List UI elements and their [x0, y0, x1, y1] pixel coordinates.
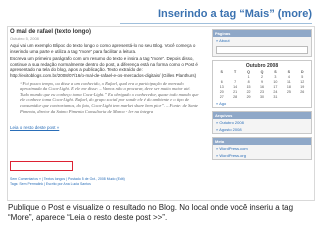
calendar-day[interactable]: 15 [242, 85, 255, 89]
title-divider [120, 23, 312, 24]
calendar-day[interactable]: 17 [269, 85, 282, 89]
post-paragraph-2: Escreva um primeiro parágrafo com um res… [10, 56, 198, 78]
calendar-weekday: T [234, 70, 237, 74]
pages-widget: Páginas » About [212, 29, 312, 57]
search-input[interactable] [216, 46, 308, 54]
calendar-day[interactable]: 20 [215, 90, 228, 94]
archive-link-october[interactable]: » Outubro 2008 [213, 119, 311, 126]
calendar-day[interactable]: 23 [255, 90, 268, 94]
calendar-day[interactable]: 6 [215, 80, 228, 84]
post-footer-line-2[interactable]: Tags: Sem Permalink | Escrito por Ana Lu… [10, 182, 206, 187]
calendar-weekday: S [287, 70, 291, 74]
calendar-day [228, 75, 241, 79]
meta-link-wordpress-com[interactable]: » WordPress.com [213, 145, 311, 152]
post-footer: Sem Comentarios » | Textos longos | Post… [10, 177, 206, 186]
read-more-link[interactable]: Leia o resto deste post » [10, 125, 59, 130]
calendar-day[interactable]: 31 [269, 95, 282, 99]
pages-link-about[interactable]: » About [213, 37, 311, 44]
calendar-day[interactable]: 28 [228, 95, 241, 99]
slide-caption: Publique o Post e visualize o resultado … [8, 203, 294, 222]
post-paragraph-1: Aqui vai um exemplo Blipoc do texto long… [10, 43, 196, 54]
calendar-day[interactable]: 29 [242, 95, 255, 99]
calendar-day[interactable]: 4 [282, 75, 295, 79]
calendar-day [215, 75, 228, 79]
meta-widget-title: Meta [213, 138, 311, 145]
calendar-weekday: Q [260, 70, 264, 74]
calendar-prev-link[interactable]: « Ago [213, 100, 311, 107]
calendar-grid: S T Q Q S S D 1 2 3 4 5 6 7 8 9 10 11 12 13 14 15 16 17 18 19 20 21… [213, 69, 311, 100]
post-title[interactable]: O mal de rafael (texto longo) [10, 29, 206, 35]
calendar-day[interactable]: 27 [215, 95, 228, 99]
post-date: Outubro 5, 2008 [10, 36, 39, 41]
archive-link-august[interactable]: » Agosto 2008 [213, 126, 311, 133]
calendar-day[interactable]: 7 [228, 80, 241, 84]
calendar-day [296, 95, 309, 99]
calendar-day[interactable]: 12 [296, 80, 309, 84]
calendar-day[interactable]: 25 [282, 90, 295, 94]
meta-widget: Meta » WordPress.com » WordPress.org [212, 137, 312, 160]
calendar-day[interactable]: 3 [269, 75, 282, 79]
calendar-day[interactable]: 10 [269, 80, 282, 84]
blog-screenshot: O mal de rafael (texto longo) Outubro 5,… [7, 26, 315, 201]
calendar-day[interactable]: 24 [269, 90, 282, 94]
calendar-day[interactable]: 16 [255, 85, 268, 89]
blog-sidebar: Páginas » About Outubro 2008 STQQSSD1234… [212, 29, 312, 163]
calendar-day[interactable]: 26 [296, 90, 309, 94]
calendar-day[interactable]: 2 [255, 75, 268, 79]
pages-widget-title: Páginas [213, 30, 311, 37]
archives-widget-title: Arquivos [213, 112, 311, 119]
calendar-day[interactable]: 30 [255, 95, 268, 99]
archives-widget: Arquivos » Outubro 2008 » Agosto 2008 [212, 111, 312, 134]
calendar-day[interactable]: 14 [228, 85, 241, 89]
calendar-weekday: D [300, 70, 304, 74]
calendar-day[interactable]: 21 [228, 90, 241, 94]
calendar-day[interactable]: 13 [215, 85, 228, 89]
slide-title: Inserindo a tag “Mais” (more) [157, 8, 312, 20]
calendar-day[interactable]: 22 [242, 90, 255, 94]
calendar-day[interactable]: 11 [282, 80, 295, 84]
calendar-weekday: S [220, 70, 223, 74]
calendar-day[interactable]: 19 [296, 85, 309, 89]
calendar-weekday: S [274, 70, 277, 74]
read-more-highlight [10, 161, 73, 171]
calendar-day[interactable]: 5 [296, 75, 309, 79]
blog-post: O mal de rafael (texto longo) Outubro 5,… [10, 29, 206, 134]
calendar-day[interactable]: 18 [282, 85, 295, 89]
calendar-widget: Outubro 2008 S T Q Q S S D 1 2 3 4 5 6 7 8 9 10 11 12 13 14 1… [212, 60, 312, 108]
calendar-day [282, 95, 295, 99]
calendar-weekday: Q [247, 70, 250, 74]
post-quote: “Foi pouco tempo, ou disse a um conhecid… [20, 80, 199, 114]
meta-link-wordpress-org[interactable]: » WordPress.org [213, 152, 311, 159]
calendar-day[interactable]: 8 [242, 80, 255, 84]
calendar-day[interactable]: 1 [242, 75, 255, 79]
calendar-day[interactable]: 9 [255, 80, 268, 84]
